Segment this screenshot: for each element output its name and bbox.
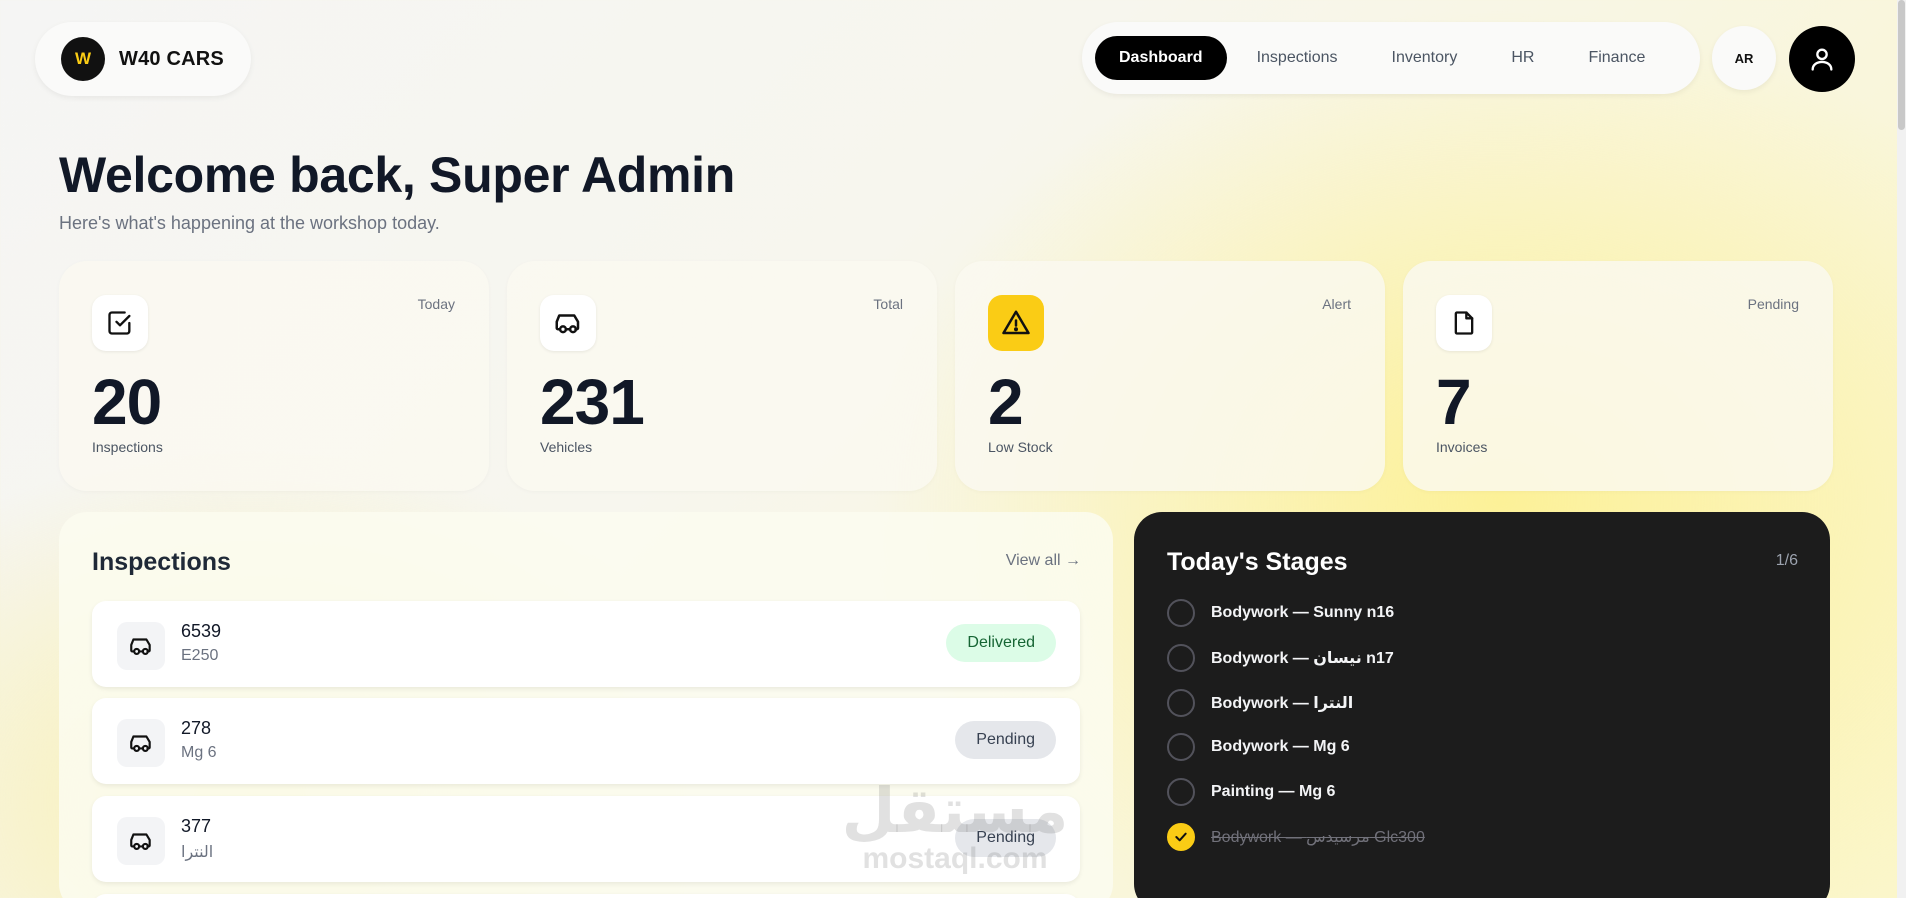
page-subtitle: Here's what's happening at the workshop … (59, 213, 440, 233)
row-icon-wrapper (117, 817, 165, 865)
stage-checkbox[interactable] (1167, 599, 1195, 627)
nav-dashboard[interactable]: Dashboard (1095, 36, 1227, 80)
inspection-row[interactable]: 6539 E250 Delivered (92, 601, 1080, 687)
stage-checkbox[interactable] (1167, 733, 1195, 761)
main-nav: Dashboard Inspections Inventory HR Finan… (1082, 22, 1700, 94)
nav-hr[interactable]: HR (1487, 36, 1558, 80)
row-icon-wrapper (117, 622, 165, 670)
brand-logo: W (61, 37, 105, 81)
inspection-model: النترا (181, 844, 214, 861)
document-icon (1454, 311, 1474, 335)
stat-label: Low Stock (988, 439, 1053, 455)
stat-label: Inspections (92, 439, 163, 455)
stat-tag: Alert (1322, 296, 1351, 312)
stat-value: 7 (1436, 366, 1472, 438)
stat-card-low-stock[interactable]: Alert 2 Low Stock (955, 261, 1385, 491)
stages-count: 1/6 (1775, 552, 1798, 569)
stage-item[interactable]: Bodywork — مرسيدس Glc300 (1167, 822, 1425, 852)
stage-checkbox[interactable] (1167, 689, 1195, 717)
stage-label: Bodywork — مرسيدس Glc300 (1211, 829, 1425, 846)
inspections-title: Inspections (92, 548, 231, 576)
inspection-id: 377 (181, 816, 212, 836)
stage-label: Painting — Mg 6 (1211, 783, 1336, 800)
car-icon (130, 735, 151, 752)
status-badge: Pending (955, 721, 1056, 759)
warning-icon (1002, 310, 1030, 335)
stage-label: Bodywork — Mg 6 (1211, 738, 1350, 755)
inspection-model: Mg 6 (181, 744, 217, 761)
stat-icon-wrapper (92, 295, 148, 351)
page-title: Welcome back, Super Admin (59, 147, 736, 203)
stat-tag: Pending (1747, 296, 1799, 312)
user-icon (1811, 48, 1833, 71)
stat-label: Invoices (1436, 439, 1488, 455)
inspection-row[interactable] (92, 894, 1080, 898)
inspection-id: 6539 (181, 621, 222, 641)
inspection-row[interactable]: 278 Mg 6 Pending (92, 698, 1080, 784)
stage-item[interactable]: Bodywork — نيسان n17 (1167, 643, 1394, 673)
stat-tag: Total (873, 296, 903, 312)
car-icon (130, 833, 151, 850)
row-icon-wrapper (117, 719, 165, 767)
nav-finance[interactable]: Finance (1564, 36, 1669, 80)
check-square-icon (108, 311, 131, 335)
language-toggle-button[interactable]: AR (1712, 26, 1776, 90)
stat-value: 20 (92, 366, 162, 438)
stage-label: Bodywork — النترا (1211, 695, 1354, 712)
watermark-arabic: مستقل (841, 774, 1069, 847)
status-badge: Delivered (946, 624, 1056, 662)
nav-inventory[interactable]: Inventory (1368, 36, 1482, 80)
stage-item[interactable]: Bodywork — Sunny n16 (1167, 598, 1394, 628)
car-icon (130, 638, 151, 655)
stat-icon-wrapper (1436, 295, 1492, 351)
stat-icon-wrapper (988, 295, 1044, 351)
watermark: مستقل mostaql.com (835, 780, 1075, 874)
stages-panel: Today's Stages 1/6 Bodywork — Sunny n16 … (1134, 512, 1830, 898)
stat-card-invoices[interactable]: Pending 7 Invoices (1403, 261, 1833, 491)
brand-name: W40 CARS (119, 47, 224, 70)
stage-label: Bodywork — Sunny n16 (1211, 604, 1395, 621)
scrollbar-thumb[interactable] (1898, 0, 1905, 130)
stat-value: 231 (540, 366, 645, 438)
stage-checkbox-checked[interactable] (1167, 823, 1195, 851)
check-icon (1175, 832, 1187, 842)
stages-title: Today's Stages (1167, 548, 1348, 576)
view-all-link[interactable]: View all → (1006, 552, 1081, 570)
stat-value: 2 (988, 366, 1024, 438)
stage-checkbox[interactable] (1167, 778, 1195, 806)
scrollbar-track[interactable] (1897, 0, 1906, 898)
stat-card-inspections[interactable]: Today 20 Inspections (59, 261, 489, 491)
car-icon (555, 314, 580, 334)
stage-item[interactable]: Bodywork — Mg 6 (1167, 732, 1350, 762)
brand-pill[interactable]: W W40 CARS (35, 22, 251, 96)
stage-checkbox[interactable] (1167, 644, 1195, 672)
stage-item[interactable]: Bodywork — النترا (1167, 688, 1353, 718)
stage-label: Bodywork — نيسان n17 (1211, 650, 1394, 667)
user-menu-button[interactable] (1789, 26, 1855, 92)
stat-card-vehicles[interactable]: Total 231 Vehicles (507, 261, 937, 491)
stat-label: Vehicles (540, 439, 593, 455)
nav-inspections[interactable]: Inspections (1233, 36, 1362, 80)
stat-icon-wrapper (540, 295, 596, 351)
stage-item[interactable]: Painting — Mg 6 (1167, 777, 1335, 807)
watermark-latin: mostaql.com (862, 842, 1048, 875)
inspection-id: 278 (181, 718, 212, 738)
stat-tag: Today (417, 296, 455, 312)
inspection-model: E250 (181, 647, 219, 664)
